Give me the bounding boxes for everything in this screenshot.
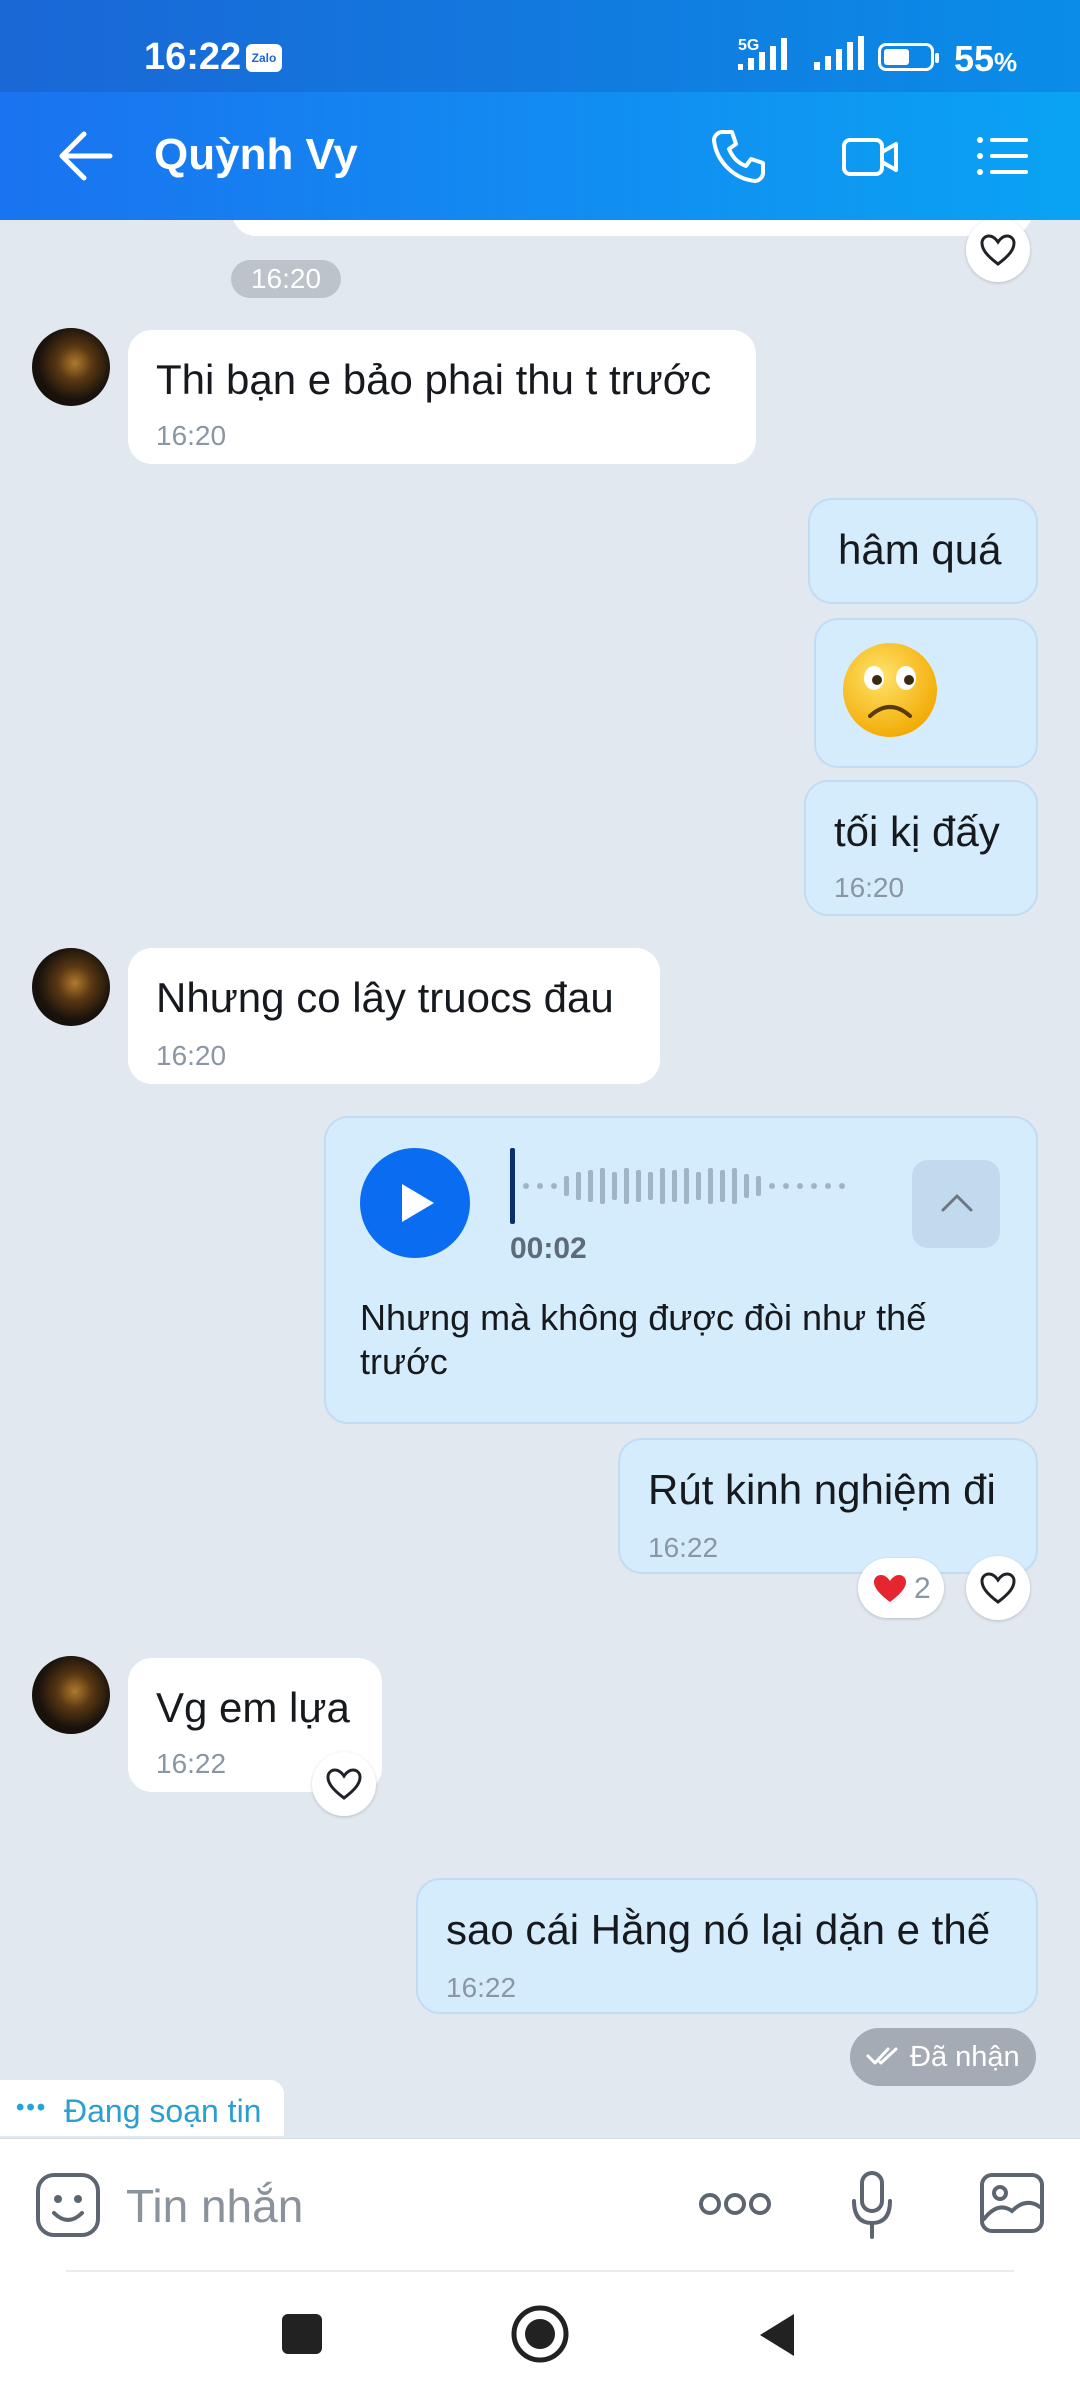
typing-dots-icon: •••: [16, 2094, 48, 2121]
voice-transcript: Nhưng mà không được đòi như thế trước: [360, 1297, 927, 1382]
contact-avatar[interactable]: [32, 948, 110, 1026]
message-text: Rút kinh nghiệm đi: [648, 1466, 996, 1513]
double-check-icon: [866, 2047, 898, 2065]
message-time: 16:20: [156, 420, 227, 451]
home-button[interactable]: [510, 2304, 570, 2364]
message-time: 16:22: [156, 1748, 227, 1779]
contact-avatar[interactable]: [32, 328, 110, 406]
back-button[interactable]: [756, 2310, 798, 2360]
heart-outline-icon: [326, 1768, 362, 1800]
chevron-up-icon: [941, 1194, 973, 1212]
zalo-app-icon: Zalo: [246, 44, 282, 72]
voice-message-bubble[interactable]: 00:02 Nhưng mà không được đòi như thế tr…: [324, 1116, 1038, 1424]
status-time: 16:22: [144, 36, 242, 78]
message-text: tối kị đấy: [834, 808, 1000, 855]
collapse-transcript-button[interactable]: [912, 1160, 1000, 1248]
cellular-5g-signal-icon: 5G: [738, 37, 787, 70]
phone-icon[interactable]: [708, 126, 768, 186]
like-reaction-button[interactable]: [312, 1752, 376, 1816]
play-button[interactable]: [360, 1148, 470, 1258]
status-bar: 16:22 Zalo 5G 55%: [0, 0, 1080, 92]
battery-icon: [878, 43, 939, 71]
message-bubble-outgoing[interactable]: tối kị đấy 16:20: [804, 780, 1038, 916]
cellular-signal-icon: [814, 36, 864, 70]
video-call-icon[interactable]: [840, 126, 900, 186]
message-time: 16:22: [648, 1532, 719, 1563]
message-list[interactable]: 16:20 Thi bạn e bảo phai thu t trước 16:…: [0, 220, 1080, 2138]
typing-indicator: ••• Đang soạn tin: [0, 2080, 284, 2136]
contact-avatar[interactable]: [32, 1656, 110, 1734]
red-heart-icon: [874, 1575, 906, 1602]
message-bubble-outgoing[interactable]: hâm quá: [808, 498, 1038, 604]
message-text: Nhưng co lây truocs đau: [156, 974, 614, 1021]
message-bubble-incoming[interactable]: Thi bạn e bảo phai thu t trước 16:20: [128, 330, 756, 464]
back-arrow-icon[interactable]: [56, 128, 116, 184]
previous-message-bubble[interactable]: [232, 220, 1032, 236]
heart-outline-icon: [980, 234, 1016, 266]
message-bubble-outgoing[interactable]: Rút kinh nghiệm đi 16:22: [618, 1438, 1038, 1574]
heart-outline-icon: [980, 1572, 1016, 1604]
message-text: sao cái Hằng nó lại dặn e thế: [446, 1906, 991, 1953]
like-reaction-button[interactable]: [966, 1556, 1030, 1620]
heart-reaction-count[interactable]: 2: [858, 1558, 944, 1618]
message-text: hâm quá: [838, 526, 1002, 573]
message-input[interactable]: Tin nhắn: [126, 2179, 303, 2233]
voice-waveform[interactable]: [510, 1148, 870, 1224]
system-navigation-bar: [0, 2270, 1080, 2400]
message-text: Thi bạn e bảo phai thu t trước: [156, 356, 712, 403]
delivery-status-badge: Đã nhận: [850, 2028, 1036, 2086]
more-icon[interactable]: [698, 2191, 772, 2217]
voice-duration: 00:02: [510, 1232, 587, 1265]
sticker-icon[interactable]: [34, 2171, 102, 2239]
message-text: Vg em lựa: [156, 1684, 350, 1731]
divider: [66, 2270, 1014, 2272]
battery-percentage: 55%: [954, 38, 1018, 79]
message-time: 16:20: [156, 1040, 227, 1071]
sticker-bubble[interactable]: [814, 618, 1038, 768]
message-time: 16:20: [834, 872, 905, 903]
delivery-status-label: Đã nhận: [910, 2041, 1020, 2073]
microphone-icon[interactable]: [850, 2169, 894, 2241]
message-bubble-outgoing[interactable]: sao cái Hằng nó lại dặn e thế 16:22: [416, 1878, 1038, 2014]
chat-header: Quỳnh Vy: [0, 92, 1080, 220]
message-bubble-incoming[interactable]: Nhưng co lây truocs đau 16:20: [128, 948, 660, 1084]
sad-face-emoji-icon: [843, 643, 937, 737]
image-icon[interactable]: [978, 2171, 1046, 2235]
menu-list-icon[interactable]: [972, 126, 1032, 186]
play-icon: [402, 1184, 434, 1222]
contact-name[interactable]: Quỳnh Vy: [154, 130, 358, 180]
time-separator: 16:20: [231, 260, 341, 298]
reaction-count: 2: [914, 1572, 931, 1605]
message-time: 16:22: [446, 1972, 517, 2003]
network-type-label: 5G: [738, 37, 759, 54]
like-reaction-button[interactable]: [966, 220, 1030, 282]
recent-apps-button[interactable]: [282, 2314, 322, 2354]
message-composer: Tin nhắn: [0, 2138, 1080, 2271]
typing-indicator-label: Đang soạn tin: [64, 2093, 262, 2129]
